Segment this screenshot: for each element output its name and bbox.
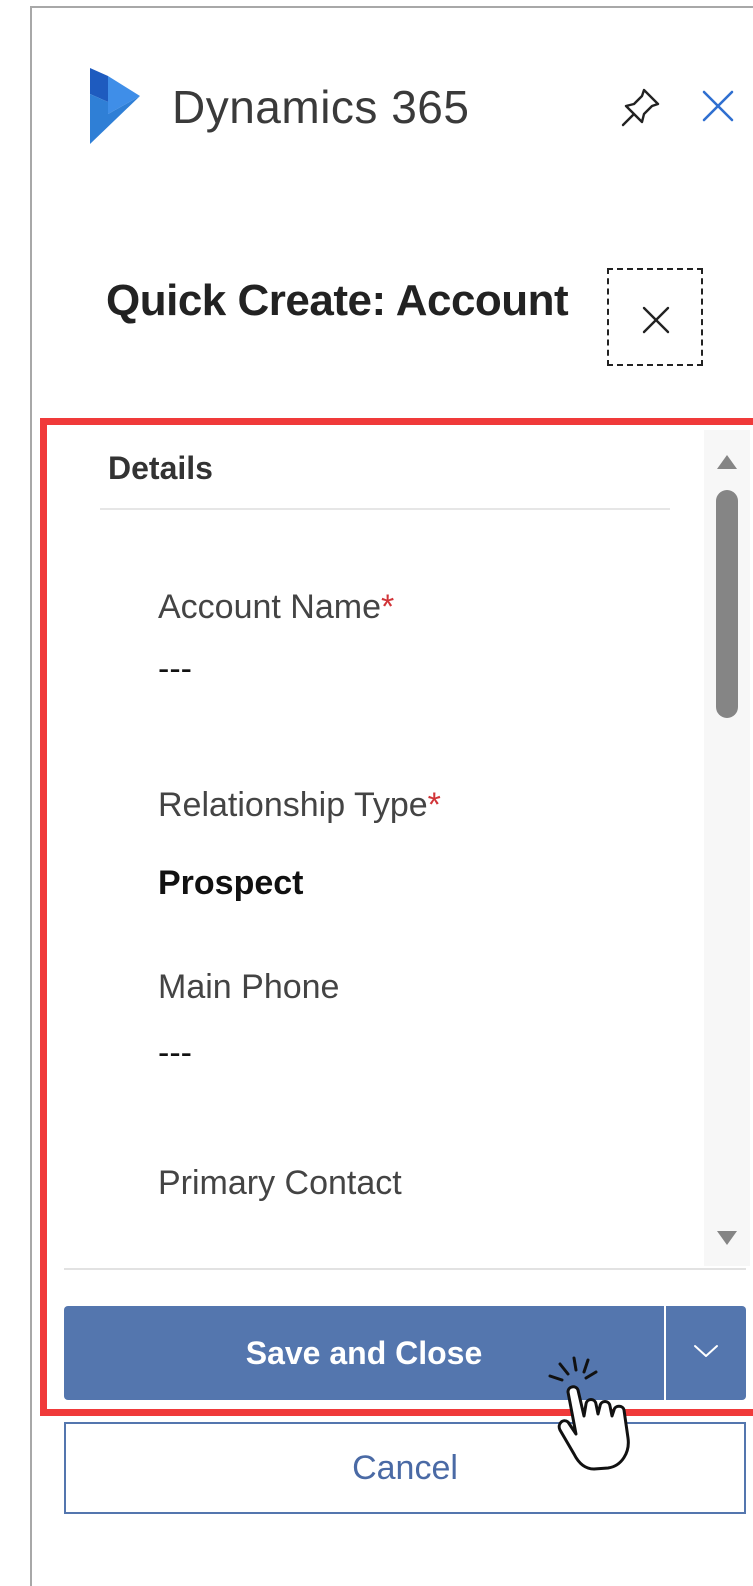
dialog-close-button[interactable] <box>607 268 703 366</box>
pin-icon[interactable] <box>620 86 662 128</box>
close-icon <box>642 306 670 334</box>
highlight-box <box>40 418 753 1416</box>
field-label-primary-contact: Primary Contact <box>158 1164 402 1203</box>
field-label-text: Relationship Type <box>158 786 428 824</box>
section-title-details: Details <box>108 450 213 486</box>
field-label-account-name: Account Name* <box>158 588 394 627</box>
save-options-dropdown-button[interactable] <box>666 1306 746 1400</box>
scroll-down-arrow-icon[interactable] <box>716 1230 738 1246</box>
main-phone-field[interactable]: --- <box>158 1034 192 1073</box>
account-name-field[interactable]: --- <box>158 650 192 689</box>
field-label-text: Primary Contact <box>158 1164 402 1202</box>
field-label-text: Account Name <box>158 588 381 626</box>
field-label-text: Main Phone <box>158 968 340 1006</box>
hand-pointer-cursor-icon <box>548 1356 630 1471</box>
close-icon[interactable] <box>700 88 736 124</box>
dynamics-logo-icon <box>90 68 140 144</box>
footer-divider <box>64 1268 746 1270</box>
scrollbar-thumb[interactable] <box>716 490 738 718</box>
cancel-button[interactable]: Cancel <box>64 1422 746 1514</box>
field-label-main-phone: Main Phone <box>158 968 339 1007</box>
section-divider <box>100 508 670 510</box>
dialog-title: Quick Create: Account <box>106 276 569 325</box>
required-marker: * <box>381 588 395 626</box>
required-marker: * <box>427 786 441 824</box>
relationship-type-field[interactable]: Prospect <box>158 864 304 903</box>
chevron-down-icon <box>694 1345 718 1357</box>
scroll-up-arrow-icon[interactable] <box>716 454 738 470</box>
app-title: Dynamics 365 <box>172 81 470 133</box>
field-label-relationship-type: Relationship Type* <box>158 786 441 825</box>
